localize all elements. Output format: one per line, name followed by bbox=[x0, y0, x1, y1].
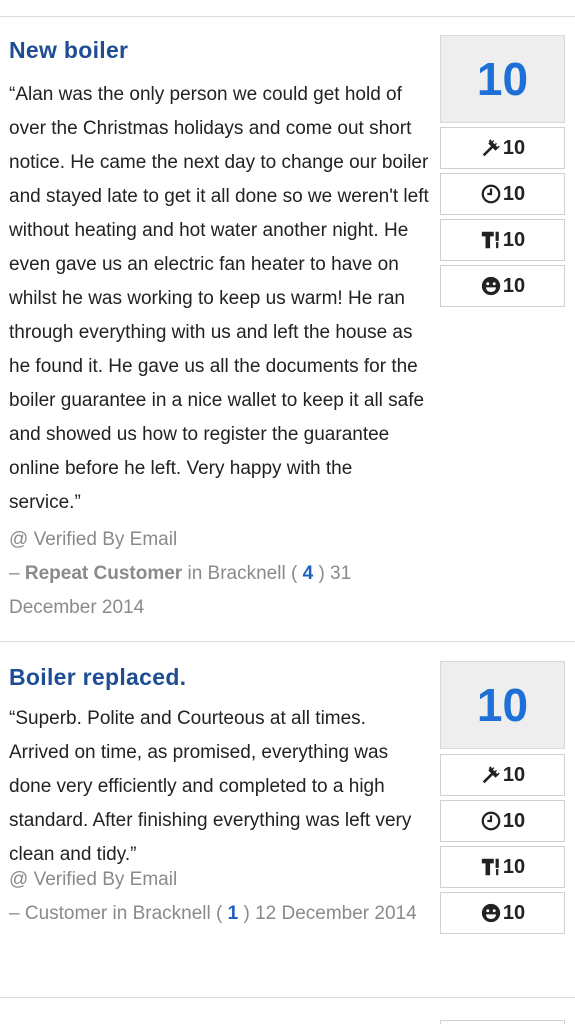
review-count-link[interactable]: 4 bbox=[303, 563, 314, 584]
reviewer-line: – Customer in Bracknell ( 1 ) 12 Decembe… bbox=[9, 897, 429, 931]
overall-score: 10 bbox=[440, 661, 565, 749]
overall-score: 10 bbox=[440, 35, 565, 123]
review-card: Boiler replaced. “Superb. Polite and Cou… bbox=[0, 642, 575, 998]
score-value: 10 bbox=[502, 182, 526, 205]
reliability-score: 10 bbox=[440, 800, 565, 842]
review-date: ) 12 December 2014 bbox=[243, 903, 417, 924]
verified-label: @ Verified By Email bbox=[9, 529, 178, 550]
workmanship-score: 10 bbox=[440, 754, 565, 796]
score-value: 10 bbox=[502, 228, 526, 251]
review-text: “Alan was the only person we could get h… bbox=[9, 84, 429, 513]
verified-label: @ Verified By Email bbox=[9, 869, 178, 890]
review-card: New boiler “Alan was the only person we … bbox=[0, 17, 575, 642]
tools-icon bbox=[482, 766, 500, 784]
tools-icon bbox=[482, 139, 500, 157]
review-text: “Superb. Polite and Courteous at all tim… bbox=[9, 708, 412, 865]
score-value: 10 bbox=[502, 809, 526, 832]
review-meta: @ Verified By Email – Repeat Customer in… bbox=[9, 523, 429, 625]
dash: – bbox=[9, 563, 20, 584]
previous-review-divider bbox=[0, 0, 575, 17]
score-value: 10 bbox=[502, 901, 526, 924]
clock-icon bbox=[481, 184, 501, 204]
reviewer-location: in Bracknell ( bbox=[112, 903, 223, 924]
score-value: 10 bbox=[502, 855, 526, 878]
reliability-score: 10 bbox=[440, 173, 565, 215]
tidiness-score: 10 bbox=[440, 846, 565, 888]
review-meta: @ Verified By Email – Customer in Brackn… bbox=[9, 863, 429, 931]
reviewer-location: in Bracknell ( bbox=[187, 563, 298, 584]
score-value: 10 bbox=[502, 763, 526, 786]
score-value: 10 bbox=[502, 136, 526, 159]
reviewer-name: Customer bbox=[24, 903, 108, 924]
courtesy-score: 10 bbox=[440, 265, 565, 307]
reviewer-line: – Repeat Customer in Bracknell ( 4 ) 31 … bbox=[9, 557, 429, 625]
review-title: New boiler bbox=[9, 37, 129, 63]
smiley-icon bbox=[481, 903, 501, 923]
clock-icon bbox=[481, 811, 501, 831]
review-title: Boiler replaced. bbox=[9, 664, 187, 690]
reviewer-name[interactable]: Repeat Customer bbox=[25, 563, 182, 584]
workmanship-score: 10 bbox=[440, 127, 565, 169]
next-score-box bbox=[440, 1020, 565, 1024]
tidiness-score: 10 bbox=[440, 219, 565, 261]
smiley-icon bbox=[481, 276, 501, 296]
tidy-icon bbox=[481, 858, 499, 876]
dash: – bbox=[9, 903, 20, 924]
tidy-icon bbox=[481, 231, 499, 249]
review-count-link[interactable]: 1 bbox=[228, 903, 239, 924]
next-review-peek bbox=[0, 1006, 575, 1024]
score-value: 10 bbox=[502, 274, 526, 297]
courtesy-score: 10 bbox=[440, 892, 565, 934]
